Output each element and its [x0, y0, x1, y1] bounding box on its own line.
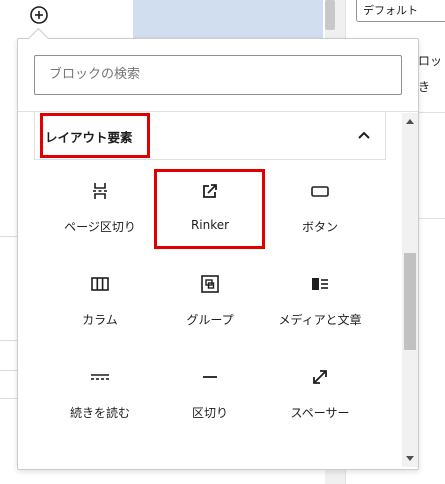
inserter-scrollbar[interactable] — [402, 113, 418, 467]
separator-icon — [199, 366, 221, 388]
editor-scrollbar-thumb[interactable] — [325, 0, 335, 30]
style-select[interactable]: デフォルト — [356, 0, 445, 22]
scrollbar-thumb[interactable] — [404, 253, 416, 350]
media-text-icon — [309, 273, 331, 295]
page-break-icon — [89, 180, 111, 202]
block-columns[interactable]: カラム — [45, 257, 155, 347]
columns-icon — [89, 273, 111, 295]
block-label: 続きを読む — [69, 406, 130, 420]
block-more[interactable]: 続きを読む — [45, 350, 155, 440]
block-page-break[interactable]: ページ区切り — [45, 164, 155, 254]
spacer-icon — [309, 366, 331, 388]
scroll-down-arrow-icon[interactable] — [406, 456, 414, 461]
block-spacer[interactable]: スペーサー — [265, 350, 375, 440]
block-label: スペーサー — [290, 406, 350, 420]
block-label: ボタン — [301, 220, 338, 234]
scroll-up-arrow-icon[interactable] — [406, 119, 414, 124]
block-media-text[interactable]: メディアと文章 — [265, 257, 375, 347]
add-block-button[interactable] — [28, 4, 50, 26]
block-separator[interactable]: 区切り — [155, 350, 265, 440]
category-toggle-layout[interactable]: レイアウト要素 — [34, 112, 386, 160]
block-label: 区切り — [191, 406, 228, 420]
block-label: ページ区切り — [64, 220, 136, 234]
more-icon — [89, 366, 111, 388]
external-link-icon — [199, 180, 221, 202]
block-rinker[interactable]: Rinker — [155, 164, 265, 254]
block-label: メディアと文章 — [278, 313, 362, 327]
block-label: カラム — [82, 313, 118, 327]
block-search-input[interactable]: ブロックの検索 — [34, 55, 402, 95]
group-icon — [199, 273, 221, 295]
selected-block-background — [133, 0, 323, 40]
block-label: グループ — [186, 313, 234, 327]
block-inserter-popover: ブロックの検索 レイアウト要素 ページ区切り Rinker ボタン カラム グル… — [17, 38, 419, 470]
button-icon — [309, 180, 331, 202]
block-group[interactable]: グループ — [155, 257, 265, 347]
block-label: Rinker — [190, 218, 230, 232]
plus-circle-icon — [30, 6, 48, 24]
category-title: レイアウト要素 — [45, 130, 133, 145]
chevron-up-icon — [358, 131, 370, 139]
block-button[interactable]: ボタン — [265, 164, 375, 254]
